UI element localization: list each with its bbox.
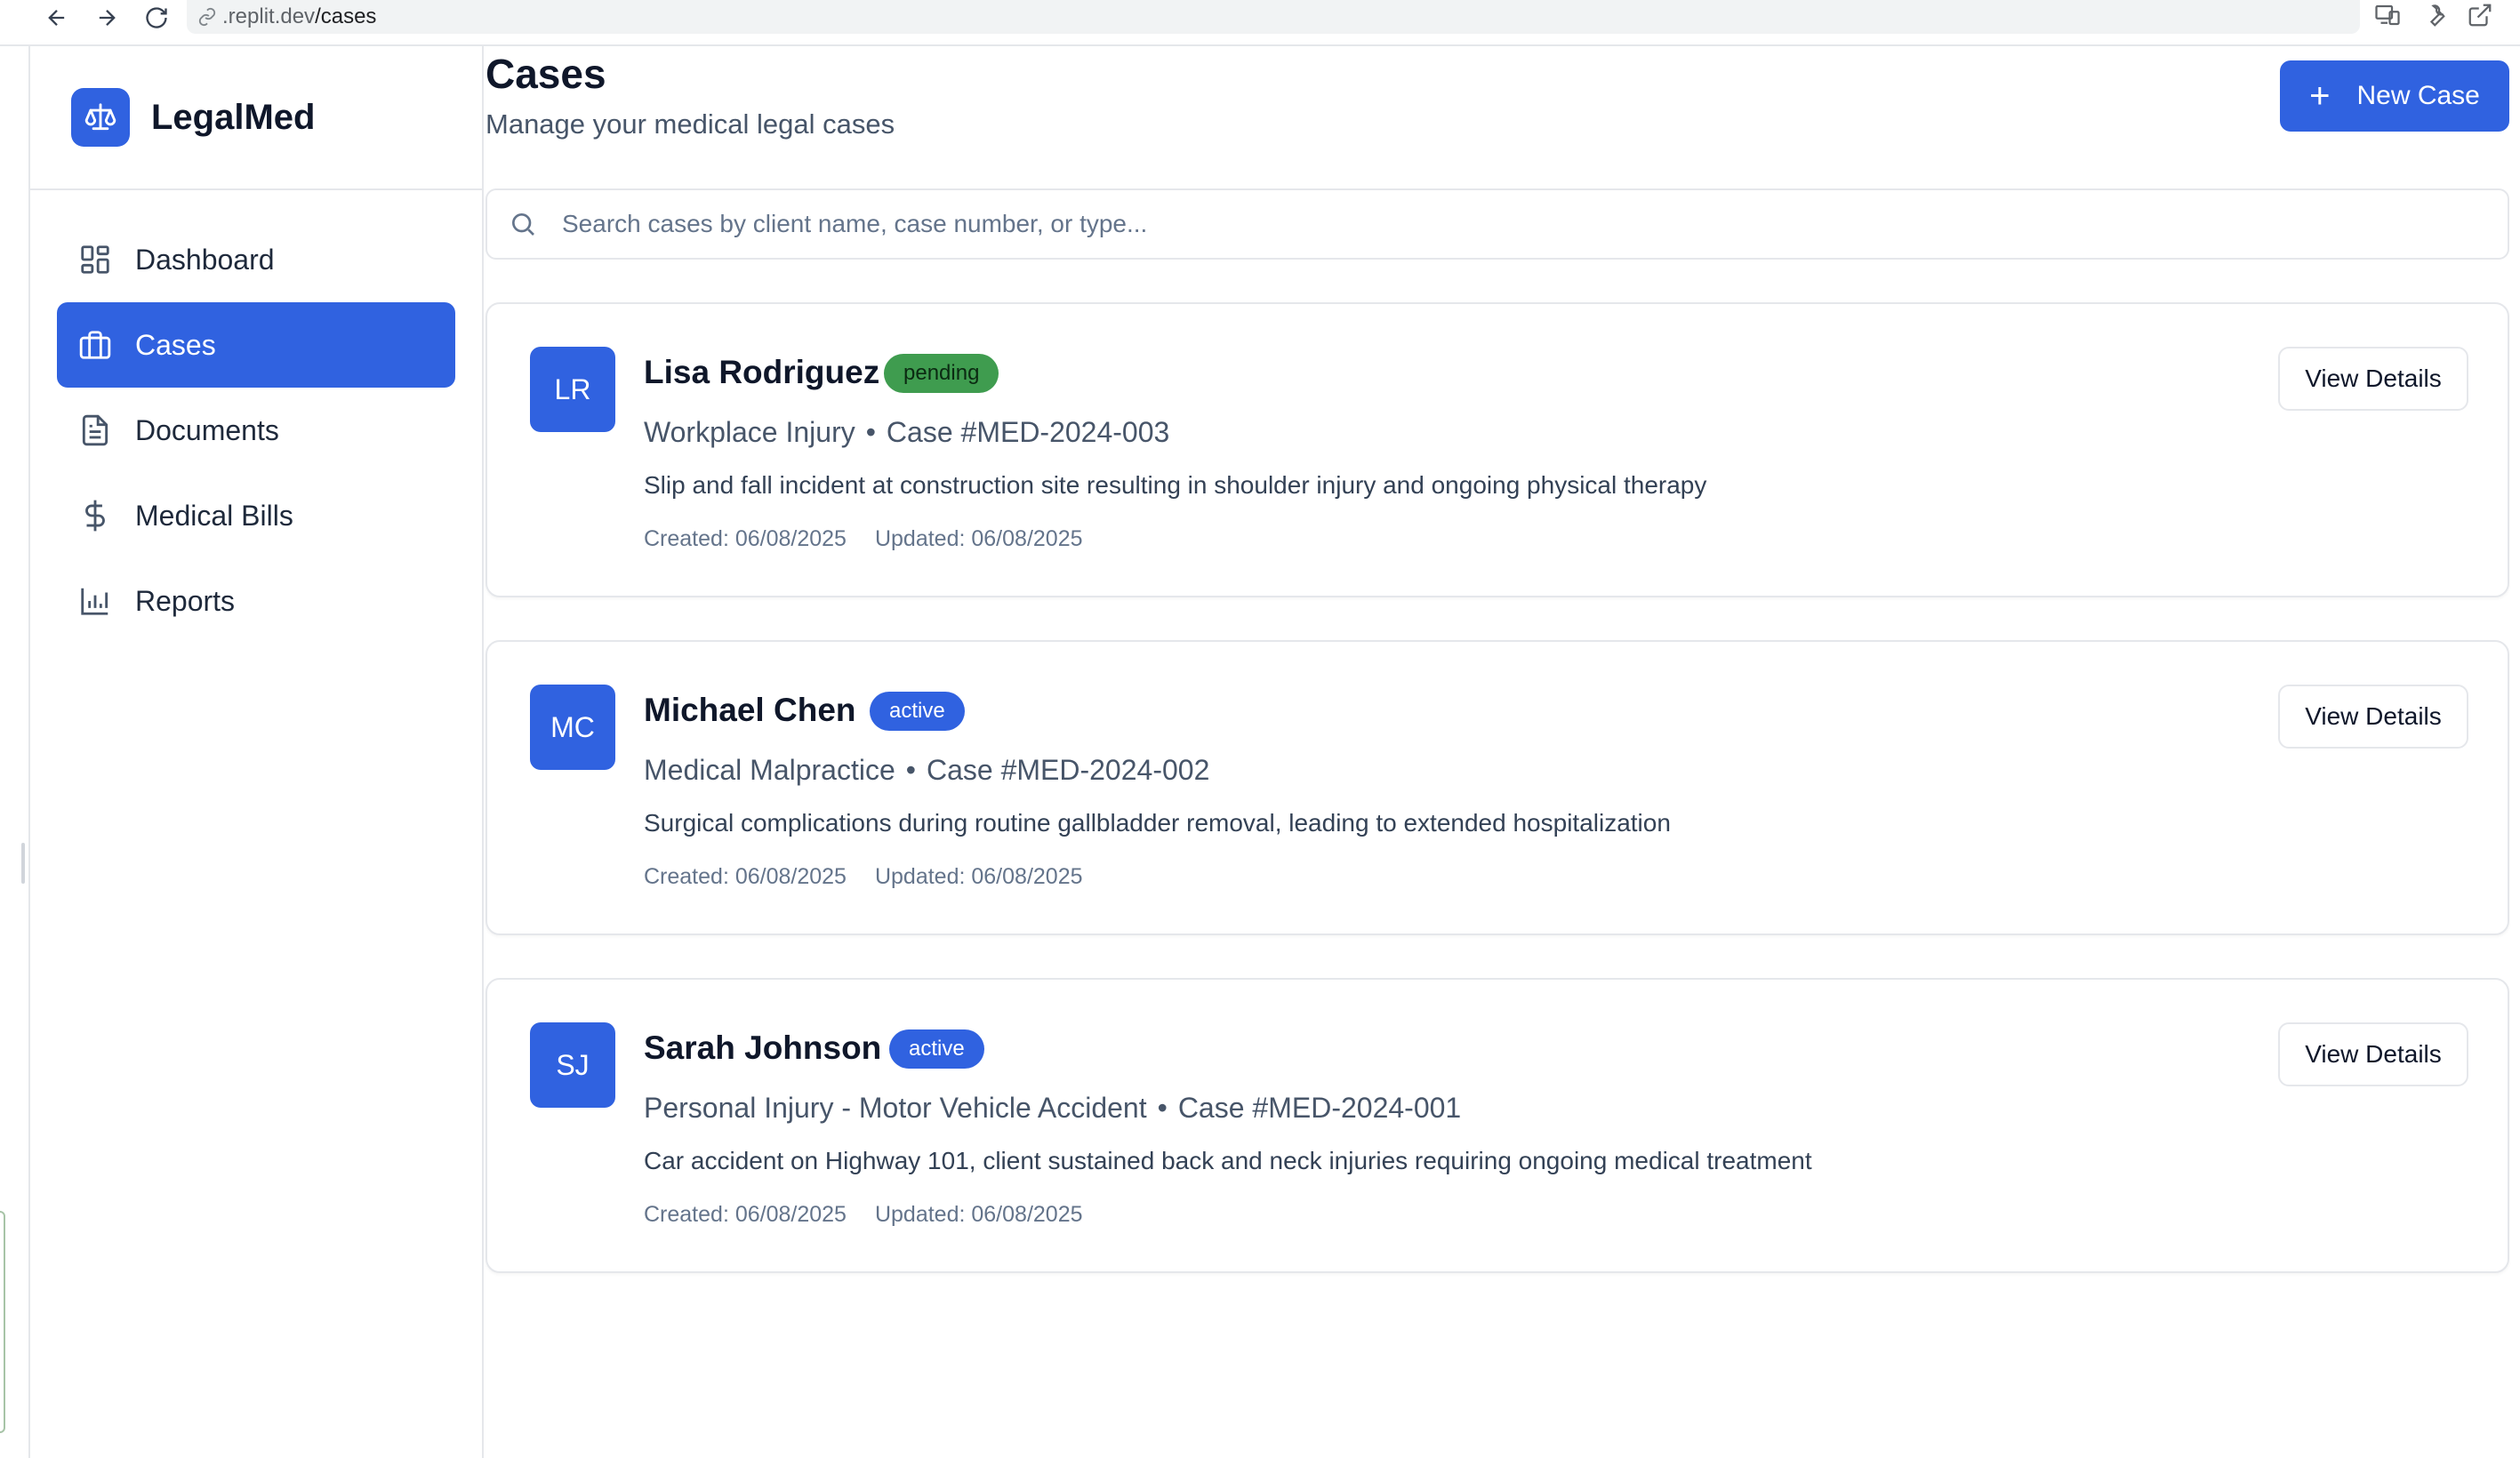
separator-dot: •: [865, 416, 876, 448]
sidebar-item-label: Dashboard: [135, 243, 275, 276]
new-case-button[interactable]: + New Case: [2280, 60, 2509, 132]
updated-date: Updated: 06/08/2025: [874, 526, 1083, 551]
view-details-button[interactable]: View Details: [2278, 685, 2468, 749]
case-type: Personal Injury - Motor Vehicle Accident: [644, 1092, 1147, 1124]
client-name: Lisa Rodriguez: [644, 354, 880, 390]
separator-dot: •: [905, 754, 916, 786]
case-number: Case #MED-2024-001: [1177, 1092, 1462, 1124]
reload-button[interactable]: [132, 0, 181, 36]
view-details-button[interactable]: View Details: [2278, 347, 2468, 411]
url-path: /cases: [315, 4, 377, 28]
client-name: Michael Chen: [644, 692, 856, 728]
avatar: MC: [530, 685, 615, 770]
link-icon: [198, 7, 216, 27]
search-box: [486, 188, 2509, 260]
created-date: Created: 06/08/2025: [644, 864, 847, 889]
resize-handle[interactable]: [21, 843, 25, 884]
case-description: Slip and fall incident at construction s…: [644, 471, 1707, 499]
case-meta: Personal Injury - Motor Vehicle Accident…: [644, 1092, 1461, 1125]
plus-icon: +: [2309, 76, 2331, 116]
sidebar: LegalMed Dashboard Cases Documents Medic…: [30, 46, 484, 1458]
created-date: Created: 06/08/2025: [644, 1202, 847, 1227]
sidebar-item-medical-bills[interactable]: Medical Bills: [57, 473, 455, 558]
browser-tools: [2374, 0, 2493, 30]
main-content: Cases Manage your medical legal cases + …: [484, 46, 2520, 1458]
dashboard-icon: [81, 245, 109, 274]
case-dates: Created: 06/08/2025 Updated: 06/08/2025: [644, 526, 1083, 552]
case-card: MC Michael Chen active Medical Malpracti…: [486, 640, 2509, 935]
external-link-icon[interactable]: [2467, 2, 2493, 28]
briefcase-icon: [79, 331, 111, 359]
view-details-button[interactable]: View Details: [2278, 1022, 2468, 1086]
case-description: Car accident on Highway 101, client sust…: [644, 1147, 1812, 1174]
forward-button[interactable]: [82, 0, 132, 36]
devices-icon[interactable]: [2374, 2, 2401, 28]
sidebar-item-cases[interactable]: Cases: [57, 302, 455, 388]
status-badge: active: [889, 1029, 984, 1069]
back-button[interactable]: [32, 0, 82, 36]
page-title: Cases: [486, 51, 606, 97]
case-meta: Medical Malpractice • Case #MED-2024-002: [644, 754, 1209, 787]
left-gutter: [0, 46, 30, 1458]
sidebar-item-label: Medical Bills: [135, 499, 293, 532]
case-type: Medical Malpractice: [644, 754, 895, 786]
case-dates: Created: 06/08/2025 Updated: 06/08/2025: [644, 864, 1083, 890]
sidebar-item-documents[interactable]: Documents: [57, 388, 455, 473]
brand[interactable]: LegalMed: [30, 46, 482, 190]
search-icon: [512, 213, 534, 236]
reload-icon: [146, 7, 167, 28]
arrow-right-icon: [99, 10, 116, 26]
case-card: SJ Sarah Johnson active Personal Injury …: [486, 978, 2509, 1273]
new-case-label: New Case: [2356, 81, 2480, 110]
browser-toolbar: .replit.dev/cases: [0, 0, 2520, 46]
avatar: SJ: [530, 1022, 615, 1108]
sidebar-item-label: Cases: [135, 328, 216, 361]
sidebar-item-reports[interactable]: Reports: [57, 558, 455, 644]
case-number: Case #MED-2024-003: [886, 416, 1170, 448]
sidebar-nav: Dashboard Cases Documents Medical Bills …: [30, 190, 482, 644]
status-badge: active: [870, 692, 965, 731]
bar-chart-icon: [81, 588, 108, 615]
case-type: Workplace Injury: [644, 416, 855, 448]
sidebar-item-label: Reports: [135, 584, 236, 617]
url-host: .replit.dev: [222, 4, 316, 28]
sidebar-item-label: Documents: [135, 413, 279, 446]
search-input[interactable]: [562, 210, 2251, 238]
updated-date: Updated: 06/08/2025: [874, 1202, 1083, 1227]
avatar: LR: [530, 347, 615, 432]
address-bar[interactable]: .replit.dev/cases: [187, 0, 2360, 34]
arrow-left-icon: [48, 10, 65, 26]
wrench-icon[interactable]: [2420, 2, 2447, 28]
dollar-icon: [85, 500, 105, 532]
case-dates: Created: 06/08/2025 Updated: 06/08/2025: [644, 1202, 1083, 1228]
client-name: Sarah Johnson: [644, 1029, 882, 1066]
brand-name: LegalMed: [151, 97, 316, 137]
document-icon: [82, 414, 108, 446]
case-description: Surgical complications during routine ga…: [644, 809, 1671, 837]
gutter-panel: [0, 1211, 5, 1433]
case-meta: Workplace Injury • Case #MED-2024-003: [644, 416, 1169, 449]
updated-date: Updated: 06/08/2025: [874, 864, 1083, 889]
scale-logo-icon: [71, 88, 130, 147]
case-card: LR Lisa Rodriguez pending Workplace Inju…: [486, 302, 2509, 597]
page-subtitle: Manage your medical legal cases: [486, 108, 895, 140]
case-number: Case #MED-2024-002: [926, 754, 1210, 786]
status-badge: pending: [884, 354, 999, 393]
separator-dot: •: [1157, 1092, 1168, 1124]
created-date: Created: 06/08/2025: [644, 526, 847, 551]
sidebar-item-dashboard[interactable]: Dashboard: [57, 217, 455, 302]
